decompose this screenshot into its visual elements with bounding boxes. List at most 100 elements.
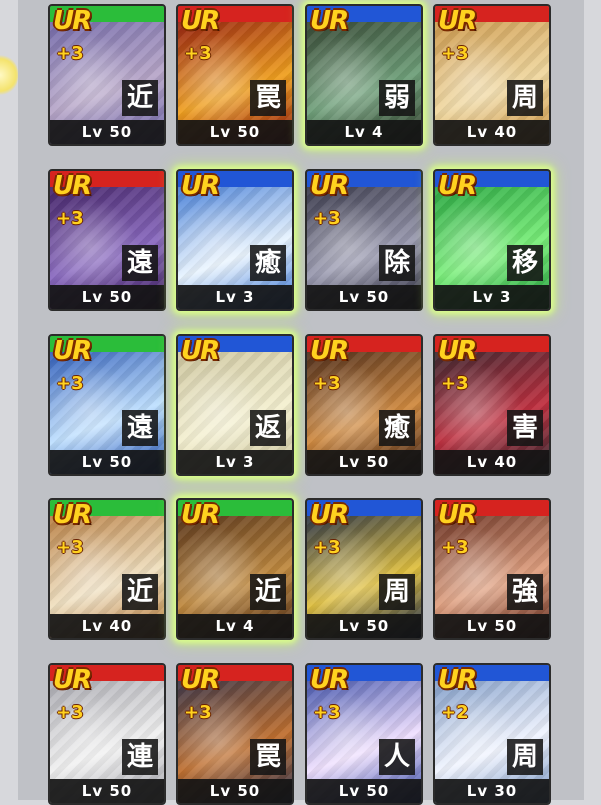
plus-level-label: +3 bbox=[184, 43, 212, 64]
plus-level-label: +2 bbox=[441, 702, 469, 723]
card-tile[interactable]: UR 返 Lv 3 bbox=[176, 334, 294, 476]
rarity-label: UR bbox=[438, 665, 477, 695]
card-tile[interactable]: UR +2 周 Lv 30 bbox=[433, 663, 551, 805]
card-frame: UR +3 遠 Lv 50 bbox=[48, 169, 166, 311]
rarity-label: UR bbox=[310, 500, 349, 530]
card-frame: UR +3 人 Lv 50 bbox=[305, 663, 423, 805]
skill-type-badge: 返 bbox=[250, 410, 286, 446]
card-tile[interactable]: UR +3 周 Lv 40 bbox=[433, 4, 551, 146]
rarity-label: UR bbox=[181, 336, 220, 366]
card-frame: UR +3 罠 Lv 50 bbox=[176, 663, 294, 805]
rarity-label: UR bbox=[53, 665, 92, 695]
skill-type-badge: 周 bbox=[507, 739, 543, 775]
plus-level-label: +3 bbox=[313, 208, 341, 229]
card-tile[interactable]: UR +3 罠 Lv 50 bbox=[176, 4, 294, 146]
skill-type-badge: 周 bbox=[507, 80, 543, 116]
skill-type-badge: 近 bbox=[250, 574, 286, 610]
skill-type-badge: 癒 bbox=[379, 410, 415, 446]
plus-level-label: +3 bbox=[313, 702, 341, 723]
plus-level-label: +3 bbox=[441, 373, 469, 394]
card-frame: UR 弱 Lv 4 bbox=[305, 4, 423, 146]
card-frame: UR +3 癒 Lv 50 bbox=[305, 334, 423, 476]
skill-type-badge: 連 bbox=[122, 739, 158, 775]
card-tile[interactable]: UR +3 遠 Lv 50 bbox=[48, 334, 166, 476]
skill-type-badge: 人 bbox=[379, 739, 415, 775]
skill-type-badge: 遠 bbox=[122, 245, 158, 281]
plus-level-label: +3 bbox=[441, 537, 469, 558]
level-label: Lv 50 bbox=[178, 779, 292, 803]
card-tile[interactable]: UR +3 強 Lv 50 bbox=[433, 498, 551, 640]
rarity-label: UR bbox=[310, 665, 349, 695]
card-tile[interactable]: UR +3 癒 Lv 50 bbox=[305, 334, 423, 476]
level-label: Lv 4 bbox=[178, 614, 292, 638]
card-tile[interactable]: UR +3 害 Lv 40 bbox=[433, 334, 551, 476]
rarity-label: UR bbox=[310, 171, 349, 201]
card-tile[interactable]: UR 移 Lv 3 bbox=[433, 169, 551, 311]
rarity-label: UR bbox=[181, 6, 220, 36]
card-tile[interactable]: UR +3 連 Lv 50 bbox=[48, 663, 166, 805]
level-label: Lv 50 bbox=[307, 285, 421, 309]
card-tile[interactable]: UR +3 除 Lv 50 bbox=[305, 169, 423, 311]
plus-level-label: +3 bbox=[441, 43, 469, 64]
level-label: Lv 3 bbox=[178, 450, 292, 474]
card-tile[interactable]: UR +3 周 Lv 50 bbox=[305, 498, 423, 640]
level-label: Lv 50 bbox=[50, 779, 164, 803]
rarity-label: UR bbox=[438, 336, 477, 366]
card-tile[interactable]: UR +3 人 Lv 50 bbox=[305, 663, 423, 805]
skill-type-badge: 近 bbox=[122, 80, 158, 116]
card-frame: UR +3 遠 Lv 50 bbox=[48, 334, 166, 476]
plus-level-label: +3 bbox=[56, 208, 84, 229]
skill-type-badge: 罠 bbox=[250, 80, 286, 116]
level-label: Lv 50 bbox=[178, 120, 292, 144]
plus-level-label: +3 bbox=[313, 373, 341, 394]
level-label: Lv 3 bbox=[178, 285, 292, 309]
card-tile[interactable]: UR +3 近 Lv 50 bbox=[48, 4, 166, 146]
card-tile[interactable]: UR +3 罠 Lv 50 bbox=[176, 663, 294, 805]
plus-level-label: +3 bbox=[184, 702, 212, 723]
plus-level-label: +3 bbox=[56, 702, 84, 723]
level-label: Lv 50 bbox=[50, 450, 164, 474]
card-tile[interactable]: UR +3 近 Lv 40 bbox=[48, 498, 166, 640]
plus-level-label: +3 bbox=[56, 43, 84, 64]
rarity-label: UR bbox=[438, 500, 477, 530]
card-tile[interactable]: UR 近 Lv 4 bbox=[176, 498, 294, 640]
card-tile[interactable]: UR 癒 Lv 3 bbox=[176, 169, 294, 311]
rarity-label: UR bbox=[53, 336, 92, 366]
plus-level-label: +3 bbox=[56, 537, 84, 558]
card-frame: UR +3 罠 Lv 50 bbox=[176, 4, 294, 146]
plus-level-label: +3 bbox=[313, 537, 341, 558]
card-frame: UR 癒 Lv 3 bbox=[176, 169, 294, 311]
rarity-label: UR bbox=[438, 6, 477, 36]
card-tile[interactable]: UR 弱 Lv 4 bbox=[305, 4, 423, 146]
card-frame: UR +3 近 Lv 50 bbox=[48, 4, 166, 146]
card-frame: UR +3 周 Lv 50 bbox=[305, 498, 423, 640]
card-frame: UR +2 周 Lv 30 bbox=[433, 663, 551, 805]
card-frame: UR 移 Lv 3 bbox=[433, 169, 551, 311]
skill-type-badge: 遠 bbox=[122, 410, 158, 446]
level-label: Lv 4 bbox=[307, 120, 421, 144]
level-label: Lv 50 bbox=[435, 614, 549, 638]
level-label: Lv 50 bbox=[307, 614, 421, 638]
rarity-label: UR bbox=[181, 500, 220, 530]
skill-type-badge: 周 bbox=[379, 574, 415, 610]
rarity-label: UR bbox=[53, 500, 92, 530]
rarity-label: UR bbox=[438, 171, 477, 201]
card-frame: UR +3 除 Lv 50 bbox=[305, 169, 423, 311]
card-tile[interactable]: UR +3 遠 Lv 50 bbox=[48, 169, 166, 311]
rarity-label: UR bbox=[310, 6, 349, 36]
rarity-label: UR bbox=[181, 171, 220, 201]
rarity-label: UR bbox=[53, 171, 92, 201]
level-label: Lv 50 bbox=[50, 285, 164, 309]
rarity-label: UR bbox=[310, 336, 349, 366]
skill-type-badge: 弱 bbox=[379, 80, 415, 116]
level-label: Lv 40 bbox=[435, 120, 549, 144]
side-glow-decoration bbox=[0, 55, 18, 95]
card-frame: UR +3 周 Lv 40 bbox=[433, 4, 551, 146]
skill-type-badge: 強 bbox=[507, 574, 543, 610]
plus-level-label: +3 bbox=[56, 373, 84, 394]
card-frame: UR 返 Lv 3 bbox=[176, 334, 294, 476]
skill-type-badge: 移 bbox=[507, 245, 543, 281]
rarity-label: UR bbox=[181, 665, 220, 695]
card-frame: UR +3 連 Lv 50 bbox=[48, 663, 166, 805]
level-label: Lv 50 bbox=[307, 779, 421, 803]
